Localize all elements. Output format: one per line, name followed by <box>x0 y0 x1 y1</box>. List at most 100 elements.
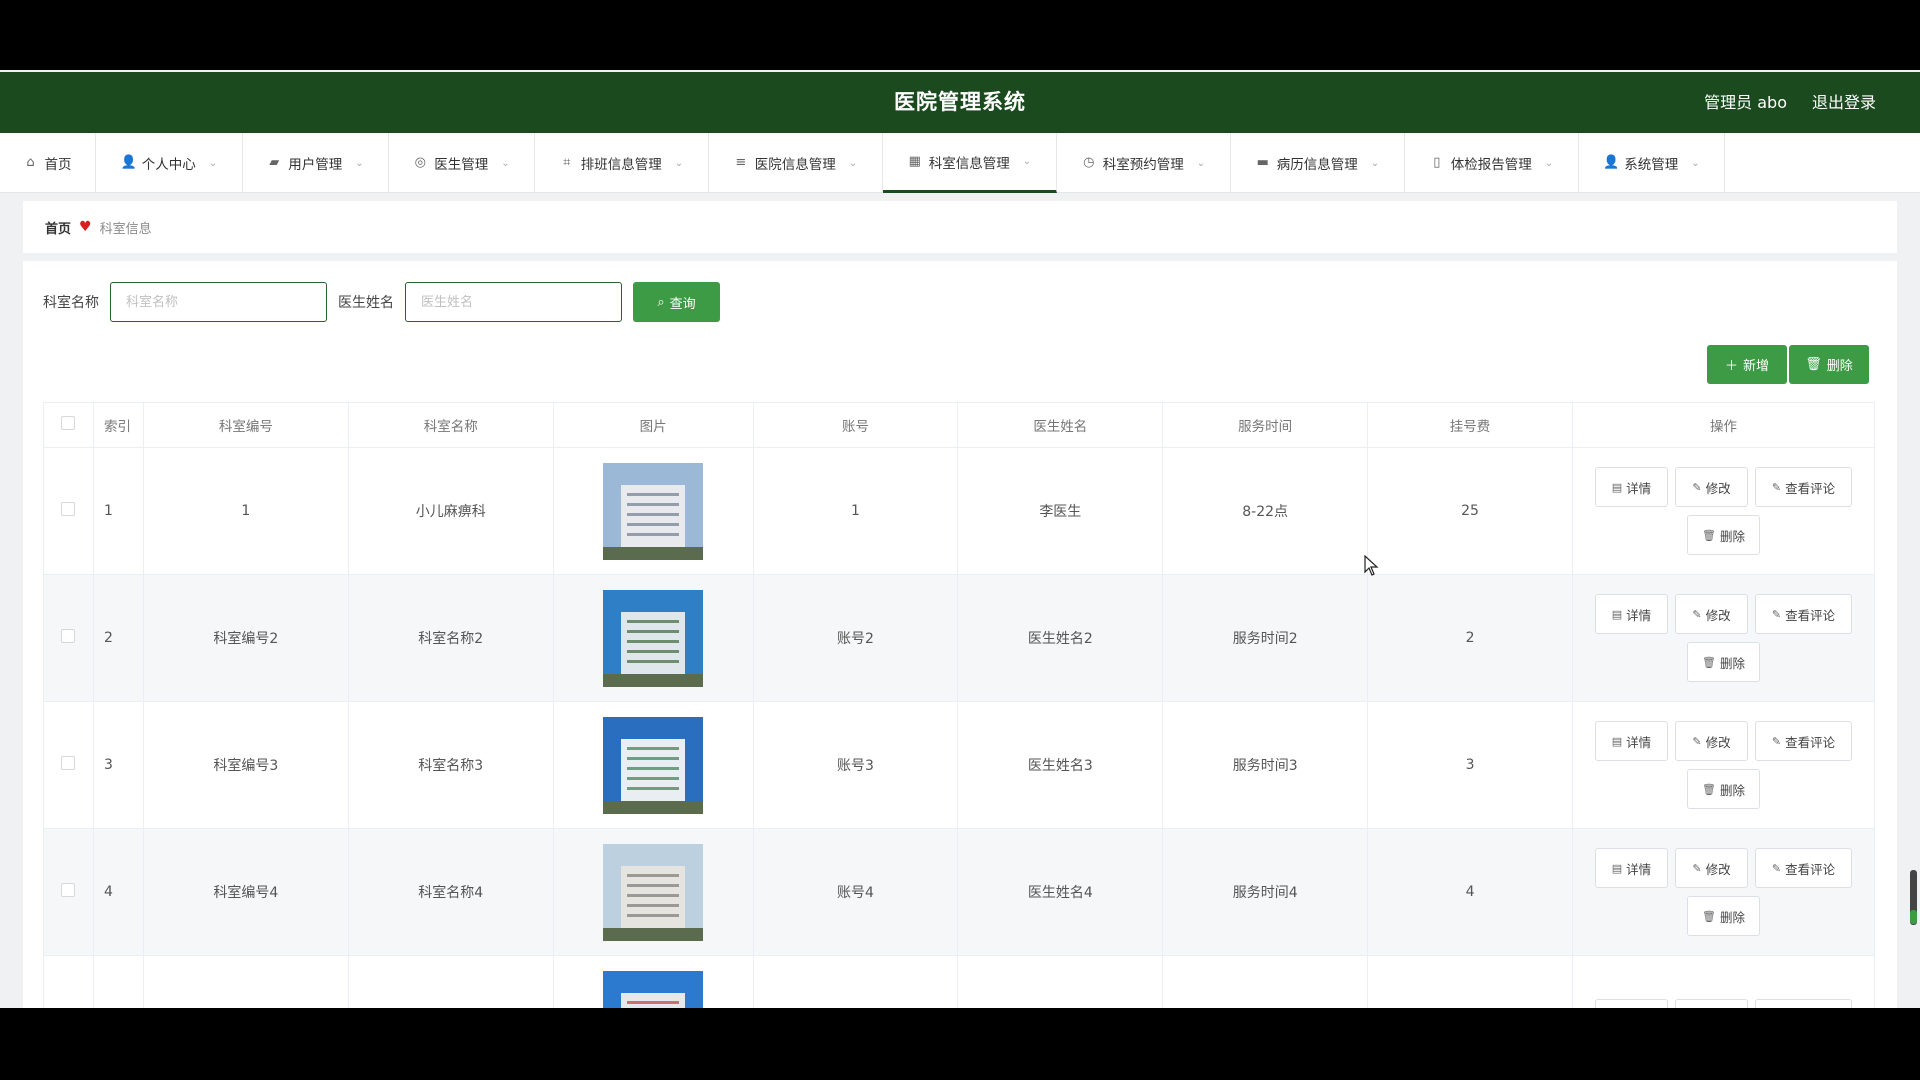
doctor-name-label: 医生姓名 <box>338 295 394 311</box>
query-button[interactable]: ⌕ 查询 <box>633 282 720 322</box>
mouse-cursor-icon <box>1364 555 1379 576</box>
nav-item-10[interactable]: 👤 系统管理 ⌄ <box>1579 133 1725 193</box>
doctor-name-input[interactable] <box>405 282 622 322</box>
nav-item-label: 病历信息管理 <box>1276 157 1358 173</box>
view-reviews-button[interactable]: ✎查看评论 <box>1754 467 1852 507</box>
user-icon: 👤 <box>120 155 137 170</box>
add-button-label: 新增 <box>1743 359 1770 374</box>
table-actions: ＋ 新增 🗑 删除 <box>1707 345 1869 384</box>
view-reviews-button[interactable]: ✎查看评论 <box>1754 594 1852 634</box>
breadcrumb-current: 科室信息 <box>99 221 152 237</box>
batch-delete-label: 删除 <box>1826 359 1853 374</box>
cell-time: 8-22点 <box>1162 447 1369 575</box>
cell-doctor <box>957 955 1164 1008</box>
nav-item-1[interactable]: 👤 个人中心 ⌄ <box>96 133 243 193</box>
users-icon: ▰ <box>269 155 280 170</box>
pencil-icon: ✎ <box>1692 480 1702 494</box>
detail-button[interactable]: ▤详情 <box>1594 594 1668 634</box>
cell-index: 3 <box>92 701 144 829</box>
nav-item-8[interactable]: ▬ 病历信息管理 ⌄ <box>1231 133 1405 193</box>
nav-item-9[interactable]: ▯ 体检报告管理 ⌄ <box>1405 133 1579 193</box>
top-nav: ⌂ 首页 👤 个人中心 ⌄ ▰ 用户管理 ⌄ ◎ 医生管理 ⌄ ⌗ 排班信息管理 ⌄ ≡ 医院信息管理 ⌄ ▦ 科室… <box>0 133 1920 193</box>
pencil-icon: ✎ <box>1771 480 1782 494</box>
delete-label: 删除 <box>1719 528 1745 544</box>
edit-button[interactable]: ✎修改 <box>1674 721 1748 761</box>
col-header-doctor: 医生姓名 <box>957 402 1164 448</box>
col-header-actions: 操作 <box>1571 402 1876 448</box>
dept-image[interactable] <box>603 716 704 814</box>
view-reviews-label: 查看评论 <box>1785 480 1836 496</box>
detail-button[interactable]: ▤详情 <box>1594 848 1668 888</box>
edit-button[interactable]: ✎修改 <box>1674 848 1748 888</box>
search-row: 科室名称 医生姓名 ⌕ 查询 <box>43 282 720 322</box>
dept-name-input[interactable] <box>110 282 327 322</box>
nav-item-2[interactable]: ▰ 用户管理 ⌄ <box>243 133 389 193</box>
pencil-icon: ✎ <box>1771 734 1782 748</box>
nav-item-3[interactable]: ◎ 医生管理 ⌄ <box>389 133 535 193</box>
view-reviews-button[interactable]: ✎查看评论 <box>1754 999 1852 1008</box>
chevron-down-icon: ⌄ <box>1370 157 1380 169</box>
row-checkbox[interactable] <box>61 756 76 770</box>
cell-account: 账号4 <box>752 828 959 956</box>
delete-button[interactable]: 🗑 删除 <box>1686 642 1760 682</box>
cell-fee: 4 <box>1367 828 1573 956</box>
table-header-row: 索引 科室编号 科室名称 图片 账号 医生姓名 服务时间 挂号费 操作 <box>43 402 1876 448</box>
cell-doctor: 李医生 <box>957 447 1164 575</box>
cell-code: 1 <box>142 447 349 575</box>
detail-button[interactable]: ▤详情 <box>1594 467 1668 507</box>
nav-item-6[interactable]: ▦ 科室信息管理 ⌄ <box>883 133 1057 193</box>
dept-image[interactable] <box>603 589 704 687</box>
cell-name: 科室名称4 <box>347 828 554 956</box>
edit-button[interactable]: ✎修改 <box>1674 594 1748 634</box>
row-select-cell <box>43 955 94 1008</box>
add-button[interactable]: ＋ 新增 <box>1707 345 1787 384</box>
view-reviews-button[interactable]: ✎查看评论 <box>1754 721 1852 761</box>
cell-fee: 25 <box>1367 447 1573 575</box>
row-checkbox[interactable] <box>61 502 76 516</box>
nav-item-7[interactable]: ◷ 科室预约管理 ⌄ <box>1057 133 1231 193</box>
cell-time: 服务时间3 <box>1162 701 1369 829</box>
document-icon: ▤ <box>1611 861 1623 875</box>
table-row: 4 科室编号4 科室名称4 账号4 医生姓名4 服务时间4 4 ▤ 详情 ✎ 修改 ✎ 查看评论 🗑 删除 <box>43 828 1876 956</box>
edit-button[interactable]: ✎修改 <box>1674 467 1748 507</box>
cell-actions: ▤ 详情 ✎ 修改 ✎ 查看评论 🗑 删除 <box>1571 701 1876 829</box>
app-window: 医院管理系统 管理员 abo 退出登录 ⌂ 首页 👤 个人中心 ⌄ ▰ 用户管理 ⌄ ◎ 医生管理… <box>0 70 1920 1008</box>
col-header-time: 服务时间 <box>1162 402 1369 448</box>
delete-button[interactable]: 🗑 删除 <box>1686 896 1760 936</box>
pencil-icon: ✎ <box>1692 861 1702 875</box>
nav-item-label: 医生管理 <box>434 157 489 173</box>
table-row: 1 1 小儿麻痹科 1 李医生 8-22点 25 ▤ 详情 ✎ 修改 ✎ 查看评论 🗑 删除 <box>43 447 1876 575</box>
detail-button[interactable]: ▤详情 <box>1594 721 1668 761</box>
delete-button[interactable]: 🗑 删除 <box>1686 769 1760 809</box>
select-all-checkbox[interactable] <box>61 416 76 430</box>
breadcrumb-home[interactable]: 首页 <box>45 218 71 237</box>
delete-button[interactable]: 🗑 删除 <box>1686 515 1760 555</box>
plus-icon: ＋ <box>1724 359 1738 374</box>
view-reviews-button[interactable]: ✎查看评论 <box>1754 848 1852 888</box>
dept-image[interactable] <box>603 970 704 1008</box>
cell-actions: ▤详情 ✎修改 ✎查看评论 <box>1571 955 1876 1008</box>
detail-button[interactable]: ▤详情 <box>1594 999 1668 1008</box>
nav-item-4[interactable]: ⌗ 排班信息管理 ⌄ <box>535 133 709 193</box>
dept-image[interactable] <box>603 462 704 560</box>
clock-icon: ◷ <box>1083 155 1095 170</box>
row-checkbox[interactable] <box>61 883 76 897</box>
home-icon: ⌂ <box>26 155 35 170</box>
chevron-down-icon: ⌄ <box>355 157 364 169</box>
nav-item-5[interactable]: ≡ 医院信息管理 ⌄ <box>709 133 883 193</box>
pencil-icon: ✎ <box>1692 734 1702 748</box>
nav-item-0[interactable]: ⌂ 首页 <box>0 133 96 193</box>
app-title: 医院管理系统 <box>894 90 1026 114</box>
cell-name: 科室名称2 <box>347 574 554 702</box>
edit-button[interactable]: ✎修改 <box>1674 999 1748 1008</box>
row-checkbox[interactable] <box>61 629 76 643</box>
chevron-down-icon: ⌄ <box>1544 157 1554 169</box>
cell-index <box>92 955 144 1008</box>
cell-actions: ▤ 详情 ✎ 修改 ✎ 查看评论 🗑 删除 <box>1571 447 1876 575</box>
dept-image[interactable] <box>603 843 704 941</box>
logout-link[interactable]: 退出登录 <box>1812 72 1876 133</box>
cell-name: 小儿麻痹科 <box>347 447 554 575</box>
batch-delete-button[interactable]: 🗑 删除 <box>1789 345 1869 384</box>
scrollbar-indicator <box>1910 910 1917 924</box>
cell-image <box>552 447 754 575</box>
